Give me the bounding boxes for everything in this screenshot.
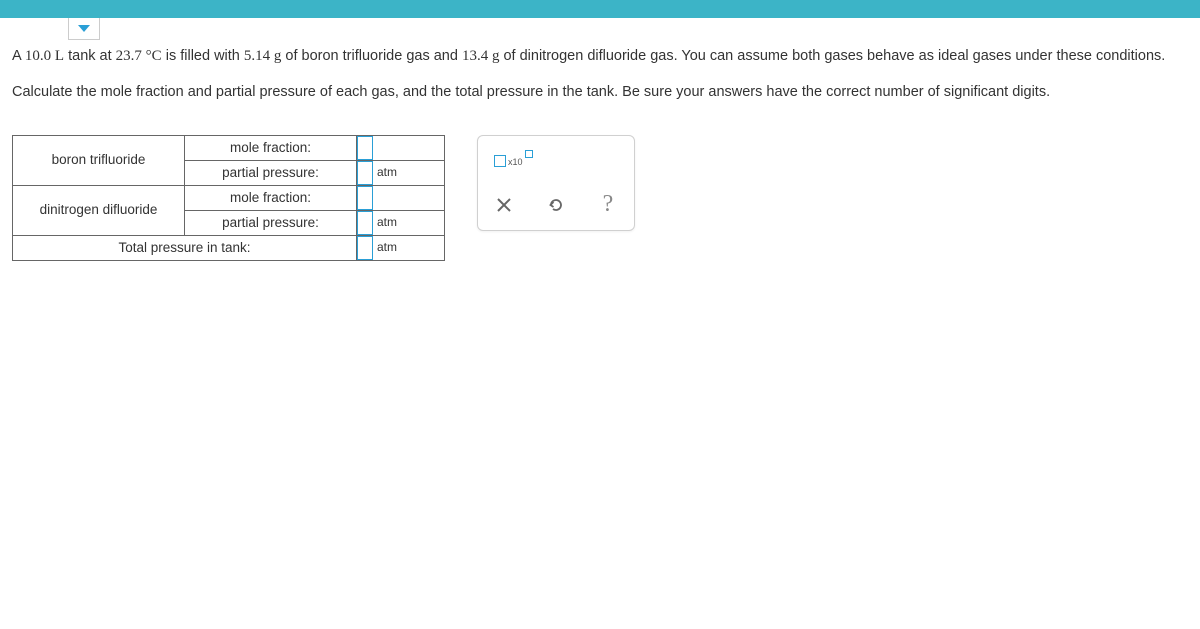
gas-name-cell: boron trifluoride (13, 135, 185, 185)
text: of boron trifluoride gas and (281, 48, 462, 64)
input-cell (357, 185, 445, 210)
toolbox: x10 ? (477, 135, 635, 231)
toolbox-row: ? (492, 190, 620, 220)
mole-fraction-label: mole fraction: (185, 185, 357, 210)
text: is filled with (162, 48, 244, 64)
top-bar (0, 0, 1200, 18)
text: tank at (64, 48, 116, 64)
scientific-notation-button[interactable]: x10 (492, 152, 535, 169)
partial-pressure-input[interactable] (357, 161, 373, 185)
total-pressure-label: Total pressure in tank: (13, 235, 357, 260)
content-area: A 10.0 L tank at 23.7 °C is filled with … (0, 18, 1200, 273)
input-cell: atm (357, 160, 445, 185)
toolbox-row: x10 (492, 146, 620, 176)
clear-button[interactable] (492, 193, 516, 217)
text: A (12, 48, 25, 64)
exponent-box-icon (525, 150, 533, 158)
mass1-value: 5.14 g (244, 48, 282, 64)
table-row: Total pressure in tank: atm (13, 235, 445, 260)
problem-sentence-2: Calculate the mole fraction and partial … (12, 82, 1188, 103)
gas-name-cell: dinitrogen difluoride (13, 185, 185, 235)
mole-fraction-input[interactable] (357, 136, 373, 160)
partial-pressure-input[interactable] (357, 211, 373, 235)
partial-pressure-label: partial pressure: (185, 210, 357, 235)
input-cell: atm (357, 210, 445, 235)
x10-label: x10 (508, 156, 523, 169)
mole-fraction-label: mole fraction: (185, 135, 357, 160)
temperature-value: 23.7 °C (116, 48, 162, 64)
partial-pressure-label: partial pressure: (185, 160, 357, 185)
undo-icon (547, 196, 565, 214)
input-cell (357, 135, 445, 160)
answer-table: boron trifluoride mole fraction: partial… (12, 135, 445, 261)
mole-fraction-input[interactable] (357, 186, 373, 210)
undo-button[interactable] (544, 193, 568, 217)
unit-label: atm (377, 240, 397, 254)
input-cell: atm (357, 235, 445, 260)
main-row: boron trifluoride mole fraction: partial… (12, 135, 1188, 261)
problem-sentence-1: A 10.0 L tank at 23.7 °C is filled with … (12, 46, 1188, 68)
dropdown-tab[interactable] (68, 18, 100, 40)
unit-label: atm (377, 215, 397, 229)
mass2-value: 13.4 g (462, 48, 500, 64)
box-icon (494, 155, 506, 167)
total-pressure-input[interactable] (357, 236, 373, 260)
table-row: boron trifluoride mole fraction: (13, 135, 445, 160)
question-mark-icon: ? (603, 187, 614, 222)
table-row: dinitrogen difluoride mole fraction: (13, 185, 445, 210)
chevron-down-icon (78, 25, 90, 32)
unit-label: atm (377, 165, 397, 179)
x-icon (496, 197, 512, 213)
volume-value: 10.0 L (25, 48, 64, 64)
text: of dinitrogen difluoride gas. You can as… (499, 48, 1165, 64)
help-button[interactable]: ? (596, 193, 620, 217)
